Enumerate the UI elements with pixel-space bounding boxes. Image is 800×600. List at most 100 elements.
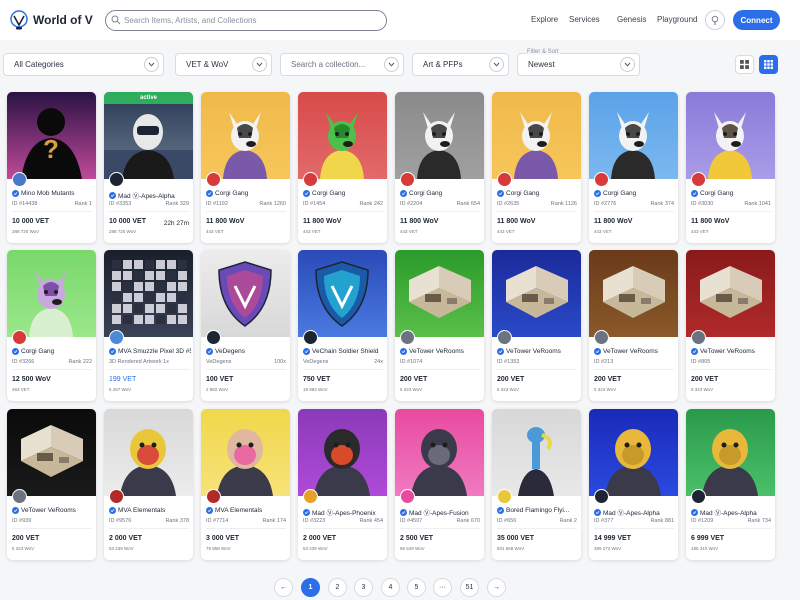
nft-image[interactable] [589,92,678,179]
grid-large-view-button[interactable] [735,55,754,74]
collection-avatar[interactable] [206,172,221,187]
collection-avatar[interactable] [109,330,124,345]
collection-avatar[interactable] [400,330,415,345]
collection-avatar[interactable] [691,172,706,187]
collection-avatar[interactable] [691,489,706,504]
collection-avatar[interactable] [497,172,512,187]
nft-collection-name[interactable]: Mad Ⓥ-Apes-Fusion [400,507,482,517]
nft-image[interactable] [201,250,290,337]
collection-avatar[interactable] [594,172,609,187]
global-search-input[interactable] [105,10,387,31]
nft-collection-name[interactable]: Corgi Gang [691,190,773,197]
nft-collection-name[interactable]: MVA Elementals [206,507,288,514]
nft-card[interactable]: Corgi Gang ID #2635 Rank 1126 11 800 WoV… [492,92,581,243]
prev-page-button[interactable]: ← [274,578,293,597]
world-of-v-logo-icon[interactable] [8,9,30,31]
nft-collection-name[interactable]: Corgi Gang [497,190,579,197]
collection-search[interactable]: Search a collection... [280,53,404,76]
collection-avatar[interactable] [497,330,512,345]
nft-image[interactable] [7,250,96,337]
collection-avatar[interactable] [303,172,318,187]
nft-collection-name[interactable]: Corgi Gang [400,190,482,197]
nft-card[interactable]: ? Mino Mob Mutants ID #14438 Rank 1 10 0… [7,92,96,243]
nft-card[interactable]: MVA Elementals ID #7714 Rank 174 3 000 V… [201,409,290,560]
nav-explore[interactable]: Explore [531,15,558,24]
nft-card[interactable]: active Mad Ⓥ-Apes-Alpha ID #3353 Rank 32… [104,92,193,243]
collection-avatar[interactable] [594,489,609,504]
nft-collection-name[interactable]: Corgi Gang [303,190,385,197]
nft-image[interactable] [589,409,678,496]
nft-image[interactable] [7,409,96,496]
nft-collection-name[interactable]: VeTower VeRooms [12,507,94,514]
nft-image[interactable] [298,92,387,179]
nft-collection-name[interactable]: Mad Ⓥ-Apes-Phoenix [303,507,385,517]
nft-card[interactable]: Mad Ⓥ-Apes-Phoenix ID #3223 Rank 454 2 0… [298,409,387,560]
page-5-button[interactable]: 5 [407,578,426,597]
grid-small-view-button[interactable] [759,55,778,74]
nft-image[interactable] [201,409,290,496]
nft-image[interactable] [104,92,193,179]
nft-image[interactable] [395,409,484,496]
nav-genesis[interactable]: Genesis [617,15,646,24]
nft-card[interactable]: Corgi Gang ID #1192 Rank 1260 11 800 WoV… [201,92,290,243]
nav-services[interactable]: Services [569,15,600,24]
collection-avatar[interactable] [206,330,221,345]
nft-card[interactable]: Corgi Gang ID #1454 Rank 242 11 800 WoV … [298,92,387,243]
nft-collection-name[interactable]: Mad Ⓥ-Apes-Alpha [691,507,773,517]
collection-avatar[interactable] [691,330,706,345]
collection-avatar[interactable] [303,489,318,504]
page-3-button[interactable]: 3 [354,578,373,597]
collection-avatar[interactable] [497,489,512,504]
nft-collection-name[interactable]: VeTower VeRooms [594,348,676,355]
nft-collection-name[interactable]: Corgi Gang [206,190,288,197]
nft-collection-name[interactable]: Mino Mob Mutants [12,190,94,197]
nft-image[interactable] [104,250,193,337]
nft-collection-name[interactable]: Bored Flamingo Flyi... [497,507,579,514]
nft-collection-name[interactable]: Corgi Gang [12,348,94,355]
nft-image[interactable] [589,250,678,337]
nft-image[interactable] [298,250,387,337]
nft-card[interactable]: VeTower VeRooms ID #213 200 VET 5 323 Wo… [589,250,678,401]
nft-image[interactable]: ? [7,92,96,179]
nft-card[interactable]: Mad Ⓥ-Apes-Alpha ID #1209 Rank 734 6 999… [686,409,775,560]
nft-image[interactable] [201,92,290,179]
collection-avatar[interactable] [400,489,415,504]
nft-image[interactable] [492,92,581,179]
collection-avatar[interactable] [303,330,318,345]
nft-card[interactable]: Corgi Gang ID #3266 Rank 222 12 500 WoV … [7,250,96,401]
nft-collection-name[interactable]: VeChain Soldier Shield [303,348,385,355]
nft-collection-name[interactable]: VeTower VeRooms [497,348,579,355]
nft-card[interactable]: VeTower VeRooms ID #805 200 VET 5 323 Wo… [686,250,775,401]
nft-card[interactable]: VeTower VeRooms ID #939 200 VET 5 323 Wo… [7,409,96,560]
connect-wallet-button[interactable]: Connect [733,10,780,30]
nft-card[interactable]: VeTower VeRooms ID #1353 200 VET 5 323 W… [492,250,581,401]
nft-collection-name[interactable]: Mad Ⓥ-Apes-Alpha [109,190,191,200]
nft-card[interactable]: Mad Ⓥ-Apes-Fusion ID #4507 Rank 670 2 50… [395,409,484,560]
page-4-button[interactable]: 4 [381,578,400,597]
nav-playground[interactable]: Playground [657,15,697,24]
nft-card[interactable]: Bored Flamingo Flyi... ID #656 Rank 2 35… [492,409,581,560]
nft-image[interactable] [492,409,581,496]
collection-avatar[interactable] [206,489,221,504]
nft-card[interactable]: Corgi Gang ID #2204 Rank 654 11 800 WoV … [395,92,484,243]
page-51-button[interactable]: 51 [460,578,479,597]
nft-card[interactable]: Corgi Gang ID #3030 Rank 1041 11 800 WoV… [686,92,775,243]
nft-card[interactable]: MVA Elementals ID #9576 Rank 378 2 000 V… [104,409,193,560]
nft-image[interactable] [686,250,775,337]
nft-card[interactable]: Mad Ⓥ-Apes-Alpha ID #377 Rank 881 14 999… [589,409,678,560]
sort-select[interactable]: Newest [517,53,640,76]
nft-card[interactable]: VeDegens VeDegens 100x 100 VET 2 882 WoV [201,250,290,401]
collection-avatar[interactable] [594,330,609,345]
brand-name[interactable]: World of V [33,13,93,27]
collection-avatar[interactable] [400,172,415,187]
nft-collection-name[interactable]: Mad Ⓥ-Apes-Alpha [594,507,676,517]
category-filter[interactable]: All Categories [3,53,164,76]
nft-image[interactable] [395,92,484,179]
nft-card[interactable]: VeChain Soldier Shield VeDegens 24x 750 … [298,250,387,401]
collection-avatar[interactable] [12,172,27,187]
nft-image[interactable] [686,92,775,179]
collection-avatar[interactable] [109,172,124,187]
page-1-button[interactable]: 1 [301,578,320,597]
page-2-button[interactable]: 2 [328,578,347,597]
nft-collection-name[interactable]: VeDegens [206,348,288,355]
